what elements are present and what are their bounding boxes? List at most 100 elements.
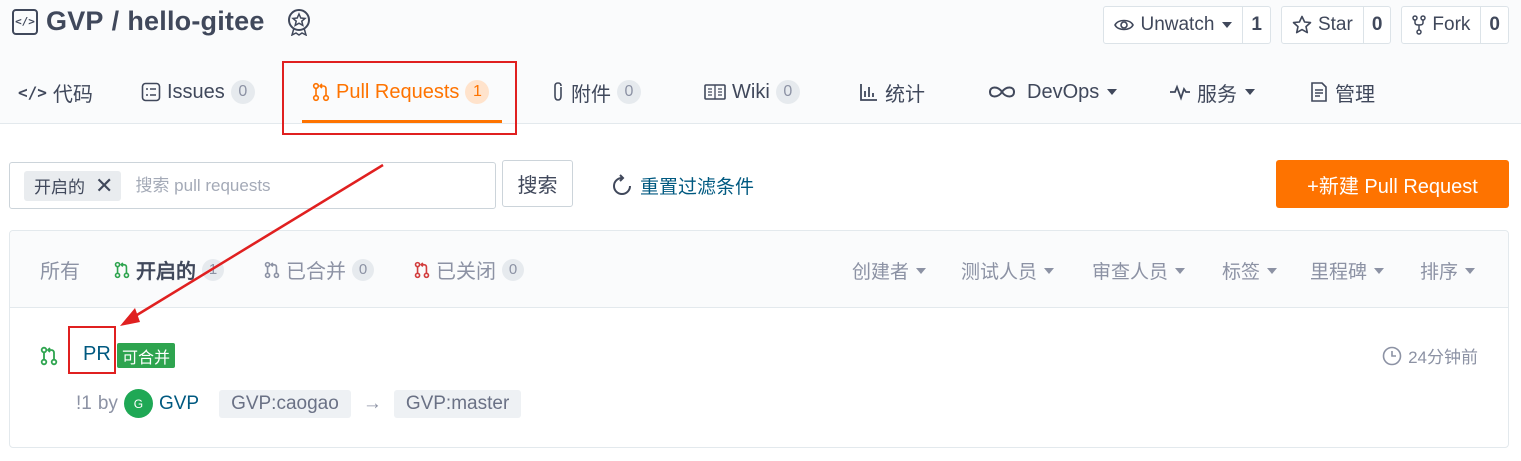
filter-tester-dropdown[interactable]: 测试人员 [961, 257, 1055, 284]
merge-arrow: → [362, 392, 382, 414]
state-count: 1 [202, 258, 224, 281]
fork-label: Fork [1432, 14, 1471, 35]
gvp-badge-icon[interactable] [285, 8, 313, 36]
repo-title: </> GVP / hello-gitee [12, 6, 313, 37]
watch-count[interactable]: 1 [1243, 7, 1270, 43]
tab-services[interactable]: 服务 [1169, 60, 1255, 124]
watch-button[interactable]: Unwatch 1 [1103, 6, 1271, 44]
book-icon [704, 84, 726, 100]
pull-request-open-icon [114, 261, 130, 278]
caret-down-icon [1374, 267, 1385, 274]
repo-actions: Unwatch 1 Star 0 Fork 0 [1103, 6, 1509, 44]
caret-down-icon [1175, 267, 1186, 274]
pull-request-list-header: 所有 开启的 1 已合并 0 已关闭 0 创建者 测试人员 审查人员 标签 里程… [10, 231, 1508, 308]
pull-request-meta: !1 by G GVP GVP:caogao → GVP:master [76, 389, 522, 418]
caret-down-icon [1222, 22, 1233, 28]
filter-reviewer-dropdown[interactable]: 审查人员 [1092, 257, 1186, 284]
star-icon [1292, 15, 1312, 34]
fork-count[interactable]: 0 [1481, 7, 1508, 43]
state-filter-all[interactable]: 所有 [40, 255, 80, 284]
caret-down-icon [1044, 267, 1055, 274]
tab-count: 0 [775, 80, 800, 104]
filter-label-dropdown[interactable]: 标签 [1222, 257, 1278, 284]
filter-creator-dropdown[interactable]: 创建者 [852, 257, 927, 284]
settings-doc-icon [1311, 82, 1327, 102]
state-label: 开启的 [136, 261, 196, 283]
state-count: 0 [352, 258, 374, 281]
state-filter-open[interactable]: 开启的 1 [114, 255, 224, 284]
caret-down-icon [1245, 89, 1255, 95]
filter-chip-label: 开启的 [34, 178, 85, 197]
watch-label: Unwatch [1140, 14, 1215, 35]
sort-dropdown[interactable]: 排序 [1420, 257, 1476, 284]
bar-chart-icon [860, 84, 877, 101]
tab-devops[interactable]: DevOps [987, 60, 1118, 124]
tab-code[interactable]: </> 代码 [18, 60, 93, 124]
state-filter-merged[interactable]: 已合并 0 [264, 255, 374, 284]
tab-label: 统计 [885, 83, 925, 106]
clock-icon [1382, 346, 1402, 365]
avatar[interactable]: G [123, 389, 153, 418]
fork-button[interactable]: Fork 0 [1401, 6, 1509, 44]
filter-milestone-dropdown[interactable]: 里程碑 [1310, 257, 1385, 284]
search-bar: 开启的 ✕ [9, 162, 496, 209]
tab-attachments[interactable]: 附件 0 [551, 60, 641, 124]
state-filter-closed[interactable]: 已关闭 0 [414, 255, 524, 284]
time-label: 24分钟前 [1408, 348, 1478, 367]
reset-filters-link[interactable]: 重置过滤条件 [610, 172, 754, 199]
tab-label: 服务 [1197, 83, 1237, 106]
target-branch[interactable]: GVP:master [393, 389, 522, 418]
mergeable-badge: 可合并 [117, 343, 176, 368]
caret-down-icon [916, 267, 927, 274]
pulse-icon [1170, 84, 1190, 101]
tab-label: 管理 [1335, 83, 1375, 106]
tab-label: 附件 [571, 83, 611, 106]
author-link[interactable]: GVP [159, 393, 199, 415]
pull-request-row: PR 可合并 24分钟前 !1 by G GVP GVP:caogao → GV… [10, 309, 1508, 449]
search-input[interactable] [135, 175, 436, 196]
state-count: 0 [502, 258, 524, 281]
pull-request-number: !1 [76, 392, 92, 414]
code-icon: </> [18, 82, 47, 102]
tab-label: Wiki [732, 80, 770, 103]
state-label: 已关闭 [436, 261, 496, 283]
refresh-icon [613, 173, 631, 195]
star-count[interactable]: 0 [1364, 7, 1391, 43]
repo-tabs: </> 代码 Issues 0 Pull Requests 1 附件 0 Wik… [0, 60, 1521, 124]
pull-request-merged-icon [264, 261, 280, 278]
source-branch[interactable]: GVP:caogao [219, 389, 351, 418]
tab-label: DevOps [1027, 80, 1100, 103]
tab-wiki[interactable]: Wiki 0 [704, 60, 800, 124]
annotation-box-pull-requests-tab [282, 61, 517, 135]
star-button[interactable]: Star 0 [1280, 6, 1392, 44]
tab-manage[interactable]: 管理 [1309, 60, 1375, 124]
caret-down-icon [1465, 267, 1476, 274]
new-pull-request-button[interactable]: +新建 Pull Request [1276, 160, 1509, 208]
pull-request-closed-icon [414, 261, 430, 278]
eye-icon [1114, 19, 1135, 31]
repo-separator: / [111, 6, 120, 36]
tab-count: 0 [230, 80, 255, 104]
issues-icon [141, 82, 161, 102]
tab-issues[interactable]: Issues 0 [141, 60, 255, 124]
state-label: 所有 [40, 261, 80, 283]
paperclip-icon [554, 82, 562, 101]
pull-request-time: 24分钟前 [1382, 343, 1478, 368]
repo-name[interactable]: hello-gitee [127, 6, 264, 37]
tab-stats[interactable]: 统计 [859, 60, 925, 124]
caret-down-icon [1267, 267, 1278, 274]
reset-filters-label: 重置过滤条件 [640, 177, 755, 198]
tab-label: Issues [167, 80, 225, 103]
caret-down-icon [1107, 89, 1118, 95]
filter-chip[interactable]: 开启的 ✕ [24, 170, 122, 201]
search-button[interactable]: 搜索 [502, 160, 573, 207]
by-label: by [97, 392, 118, 414]
tab-count: 0 [617, 80, 641, 104]
annotation-box-pr-title [68, 326, 116, 374]
pull-request-list: 所有 开启的 1 已合并 0 已关闭 0 创建者 测试人员 审查人员 标签 里程… [9, 230, 1509, 448]
close-icon[interactable]: ✕ [95, 174, 113, 197]
code-repo-icon: </> [12, 8, 38, 35]
infinity-icon [988, 86, 1016, 98]
repo-owner[interactable]: GVP [46, 6, 104, 37]
pull-request-open-icon [40, 346, 58, 366]
